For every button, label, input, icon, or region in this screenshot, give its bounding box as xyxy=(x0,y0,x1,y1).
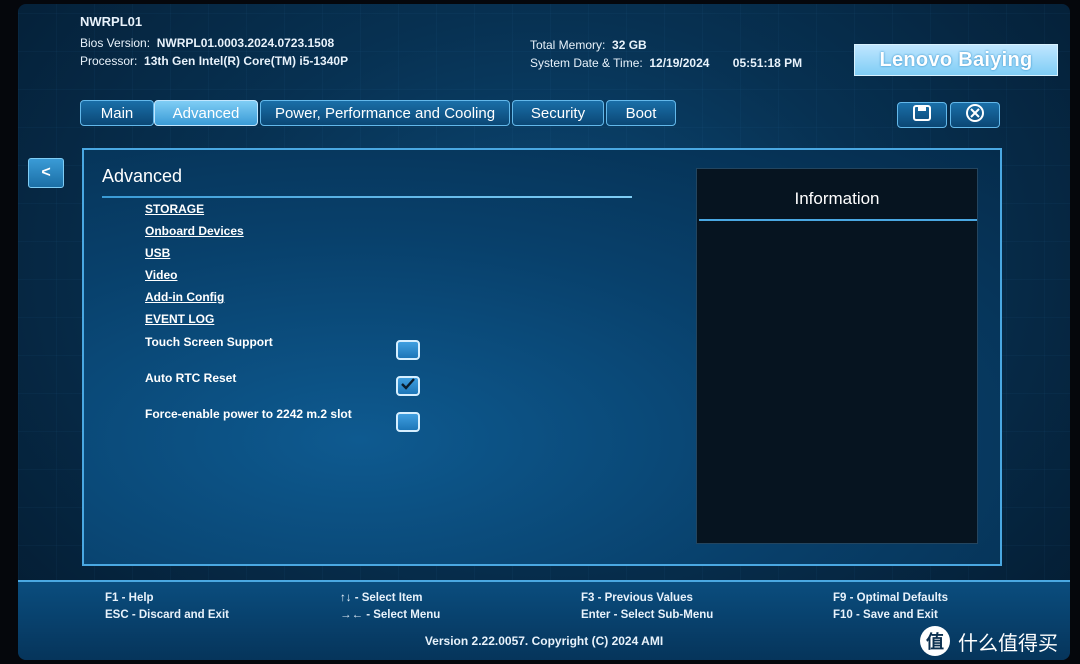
key-save-exit: F10 - Save and Exit xyxy=(833,609,938,621)
datetime-label: System Date & Time: xyxy=(530,56,643,70)
force-enable-power-checkbox[interactable] xyxy=(396,412,420,432)
menu-link-video[interactable]: Video xyxy=(145,268,177,282)
touch-screen-support-checkbox[interactable] xyxy=(396,340,420,360)
version-copyright: Version 2.22.0057. Copyright (C) 2024 AM… xyxy=(424,634,664,648)
memory-label: Total Memory: xyxy=(530,38,606,52)
save-button[interactable] xyxy=(897,102,947,128)
watermark-logo: 值 xyxy=(920,626,950,656)
title-divider xyxy=(102,196,632,198)
tab-power-performance-cooling[interactable]: Power, Performance and Cooling xyxy=(260,100,510,126)
key-help: F1 - Help xyxy=(105,592,154,604)
key-select-item: ↑↓ - Select Item xyxy=(340,592,423,604)
menu-link-onboard-devices[interactable]: Onboard Devices xyxy=(145,224,244,238)
exit-button[interactable] xyxy=(950,102,1000,128)
bios-version-value: NWRPL01.0003.2024.0723.1508 xyxy=(156,36,335,50)
menu-link-storage[interactable]: STORAGE xyxy=(145,202,204,216)
menu-link-usb[interactable]: USB xyxy=(145,246,170,260)
tab-boot[interactable]: Boot xyxy=(606,100,676,126)
processor-value: 13th Gen Intel(R) Core(TM) i5-1340P xyxy=(144,54,349,68)
tab-main[interactable]: Main xyxy=(80,100,154,126)
watermark-text: 什么值得买 xyxy=(958,632,1058,655)
tab-advanced[interactable]: Advanced xyxy=(154,100,258,126)
menu-link-event-log[interactable]: EVENT LOG xyxy=(145,312,214,326)
memory-info: Total Memory: 32 GB xyxy=(530,38,647,52)
key-select-submenu: Enter - Select Sub-Menu xyxy=(581,609,714,621)
tab-security[interactable]: Security xyxy=(512,100,604,126)
bios-version-label: Bios Version: xyxy=(80,36,151,50)
system-datetime: System Date & Time: 12/19/2024 05:51:18 … xyxy=(530,56,802,70)
page-title: Advanced xyxy=(102,166,183,186)
memory-value: 32 GB xyxy=(612,38,647,52)
key-previous-values: F3 - Previous Values xyxy=(581,592,693,604)
information-divider xyxy=(699,219,977,221)
close-circle-icon xyxy=(965,103,985,128)
force-enable-power-label: Force-enable power to 2242 m.2 slot xyxy=(145,407,352,421)
date-value: 12/19/2024 xyxy=(649,56,710,70)
auto-rtc-reset-checkbox[interactable] xyxy=(396,376,420,396)
menu-link-add-in-config[interactable]: Add-in Config xyxy=(145,290,224,304)
time-value: 05:51:18 PM xyxy=(732,56,803,70)
key-select-menu: →← - Select Menu xyxy=(340,609,441,621)
auto-rtc-reset-label: Auto RTC Reset xyxy=(145,371,237,385)
lenovo-logo: Lenovo Baiying xyxy=(854,44,1058,76)
processor-info: Processor: 13th Gen Intel(R) Core(TM) i5… xyxy=(80,54,348,68)
watermark: 值 什么值得买 xyxy=(920,626,1058,656)
information-panel: Information xyxy=(696,168,978,544)
save-icon xyxy=(913,104,931,126)
key-discard-exit: ESC - Discard and Exit xyxy=(105,609,229,621)
checkmark-icon xyxy=(401,377,415,395)
bios-version: Bios Version: NWRPL01.0003.2024.0723.150… xyxy=(80,36,334,50)
touch-screen-support-label: Touch Screen Support xyxy=(145,335,273,349)
processor-label: Processor: xyxy=(80,54,138,68)
model-name: NWRPL01 xyxy=(80,14,143,29)
key-optimal-defaults: F9 - Optimal Defaults xyxy=(833,592,949,604)
information-title: Information xyxy=(794,189,880,208)
bios-screen: NWRPL01 Bios Version: NWRPL01.0003.2024.… xyxy=(18,4,1070,660)
logo-text: Lenovo Baiying xyxy=(879,48,1033,71)
back-button[interactable]: < xyxy=(28,158,64,188)
